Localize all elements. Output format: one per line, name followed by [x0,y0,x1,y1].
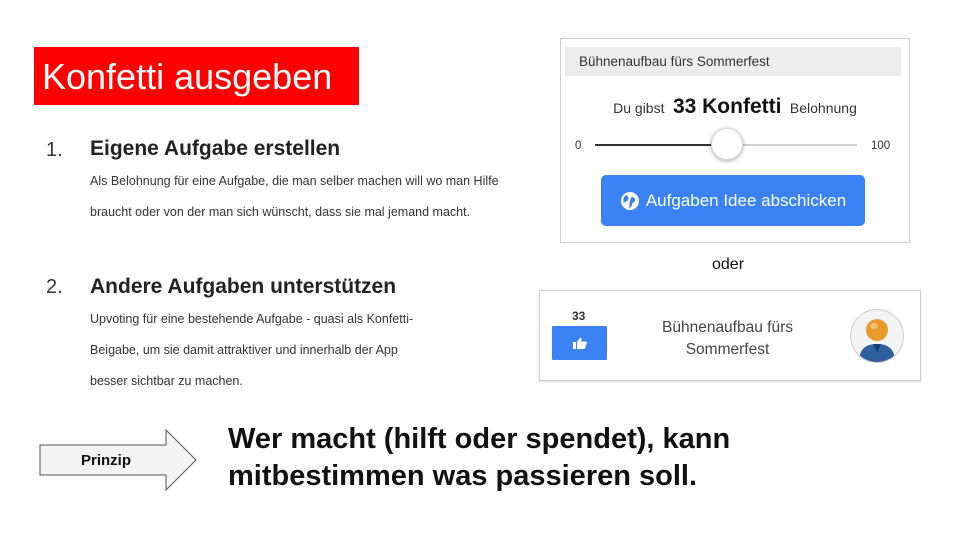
principle-label: Prinzip [81,452,132,469]
globe-icon [620,191,639,210]
task-card-title-line-2: Sommerfest [685,341,770,358]
item-1-line-2: braucht oder von der man sich wünscht, d… [90,205,471,219]
principle-line-2: mitbestimmen was passieren soll. [228,460,698,492]
item-1-line-1: Als Belohnung für eine Aufgabe, die man … [90,174,499,188]
task-card: 33 Bühnenaufbau fürs Sommerfest [539,290,921,381]
item-2-line-2: Beigabe, um sie damit attraktiver und in… [90,343,398,357]
submit-task-idea-button[interactable]: Aufgaben Idee abschicken [601,175,865,226]
page-title: Konfetti ausgeben [42,56,333,97]
item-2-heading: Andere Aufgaben unterstützen [90,275,397,298]
principle-statement: Wer macht (hilft oder spendet), kann mit… [228,421,730,495]
item-1-description: Als Belohnung für eine Aufgabe, die man … [90,166,499,228]
slider-max-label: 100 [871,140,891,152]
principle-line-1: Wer macht (hilft oder spendet), kann [228,423,731,455]
slider-min-label: 0 [575,140,582,152]
upvote-button[interactable] [552,326,607,360]
reward-prefix: Du gibst [613,100,665,116]
submit-button-label: Aufgaben Idee abschicken [645,190,847,210]
reward-suffix: Belohnung [789,100,857,116]
item-1-number: 1. [46,139,63,161]
item-2-number: 2. [46,276,63,298]
thumbs-up-icon [572,337,587,349]
reward-summary: Du gibst 33 Konfetti Belohnung [561,95,909,119]
avatar [850,309,904,363]
slider-thumb[interactable] [711,128,744,160]
item-1-heading: Eigene Aufgabe erstellen [90,137,341,160]
title-banner: Konfetti ausgeben [34,47,359,105]
task-title-field[interactable]: Bühnenaufbau fürs Sommerfest [565,47,901,76]
vote-count: 33 [572,309,586,323]
task-title-text: Bühnenaufbau fürs Sommerfest [579,54,770,69]
separator-text: oder [712,256,745,273]
reward-amount: 33 Konfetti [672,95,782,118]
create-task-panel: Bühnenaufbau fürs Sommerfest Du gibst 33… [560,38,910,243]
user-avatar-icon [859,319,895,362]
task-card-title-line-1: Bühnenaufbau fürs [662,319,793,336]
item-2-line-3: besser sichtbar zu machen. [90,374,243,388]
reward-slider[interactable] [595,128,857,160]
item-2-line-1: Upvoting für eine bestehende Aufgabe - q… [90,312,414,326]
slider-fill [595,144,728,146]
item-2-description: Upvoting für eine bestehende Aufgabe - q… [90,304,413,397]
task-card-title: Bühnenaufbau fürs Sommerfest [640,317,815,361]
